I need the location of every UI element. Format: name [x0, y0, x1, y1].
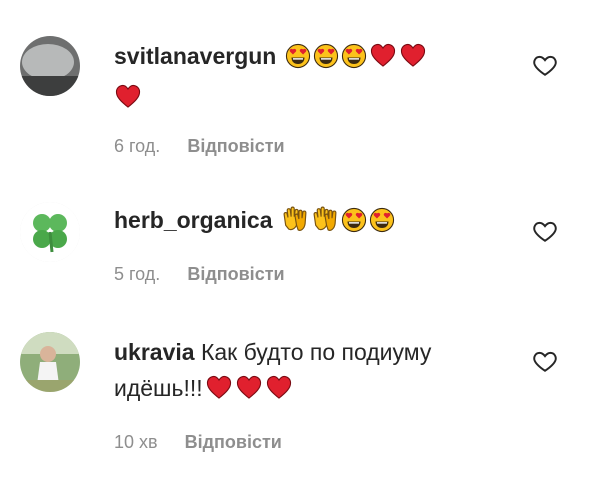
heart-eyes-icon: [285, 43, 311, 79]
heart-eyes-icon: [313, 43, 339, 79]
comment-meta: 10 хв Відповісти: [114, 432, 282, 453]
username-link[interactable]: herb_organica: [114, 207, 273, 233]
red-heart-icon: [399, 43, 427, 79]
reply-button[interactable]: Відповісти: [187, 136, 284, 156]
comment-meta: 5 год. Відповісти: [114, 264, 285, 285]
timestamp: 10 хв: [114, 432, 158, 452]
timestamp: 5 год.: [114, 264, 161, 284]
four-leaf-clover-icon: [20, 202, 80, 262]
avatar[interactable]: [20, 202, 80, 262]
reply-button[interactable]: Відповісти: [187, 264, 284, 284]
red-heart-icon: [114, 84, 142, 120]
heart-eyes-icon: [341, 207, 367, 243]
avatar[interactable]: [20, 36, 80, 96]
avatar[interactable]: [20, 332, 80, 392]
username-link[interactable]: ukravia: [114, 339, 195, 365]
comment-meta: 6 год. Відповісти: [114, 136, 285, 157]
username-link[interactable]: svitlanavergun: [114, 43, 276, 69]
like-heart-icon[interactable]: [532, 52, 558, 78]
comment-body: ukravia Как будто по подиуму идёшь!!!: [114, 334, 514, 411]
like-heart-icon[interactable]: [532, 348, 558, 374]
red-heart-icon: [265, 375, 293, 411]
reply-button[interactable]: Відповісти: [185, 432, 282, 452]
timestamp: 6 год.: [114, 136, 161, 156]
comment-body: svitlanavergun: [114, 38, 514, 120]
red-heart-icon: [369, 43, 397, 79]
comment-body: herb_organica: [114, 202, 514, 243]
heart-eyes-icon: [341, 43, 367, 79]
like-heart-icon[interactable]: [532, 218, 558, 244]
red-heart-icon: [235, 375, 263, 411]
heart-eyes-icon: [369, 207, 395, 243]
clapping-hands-icon: [311, 205, 339, 243]
clapping-hands-icon: [281, 205, 309, 243]
red-heart-icon: [205, 375, 233, 411]
